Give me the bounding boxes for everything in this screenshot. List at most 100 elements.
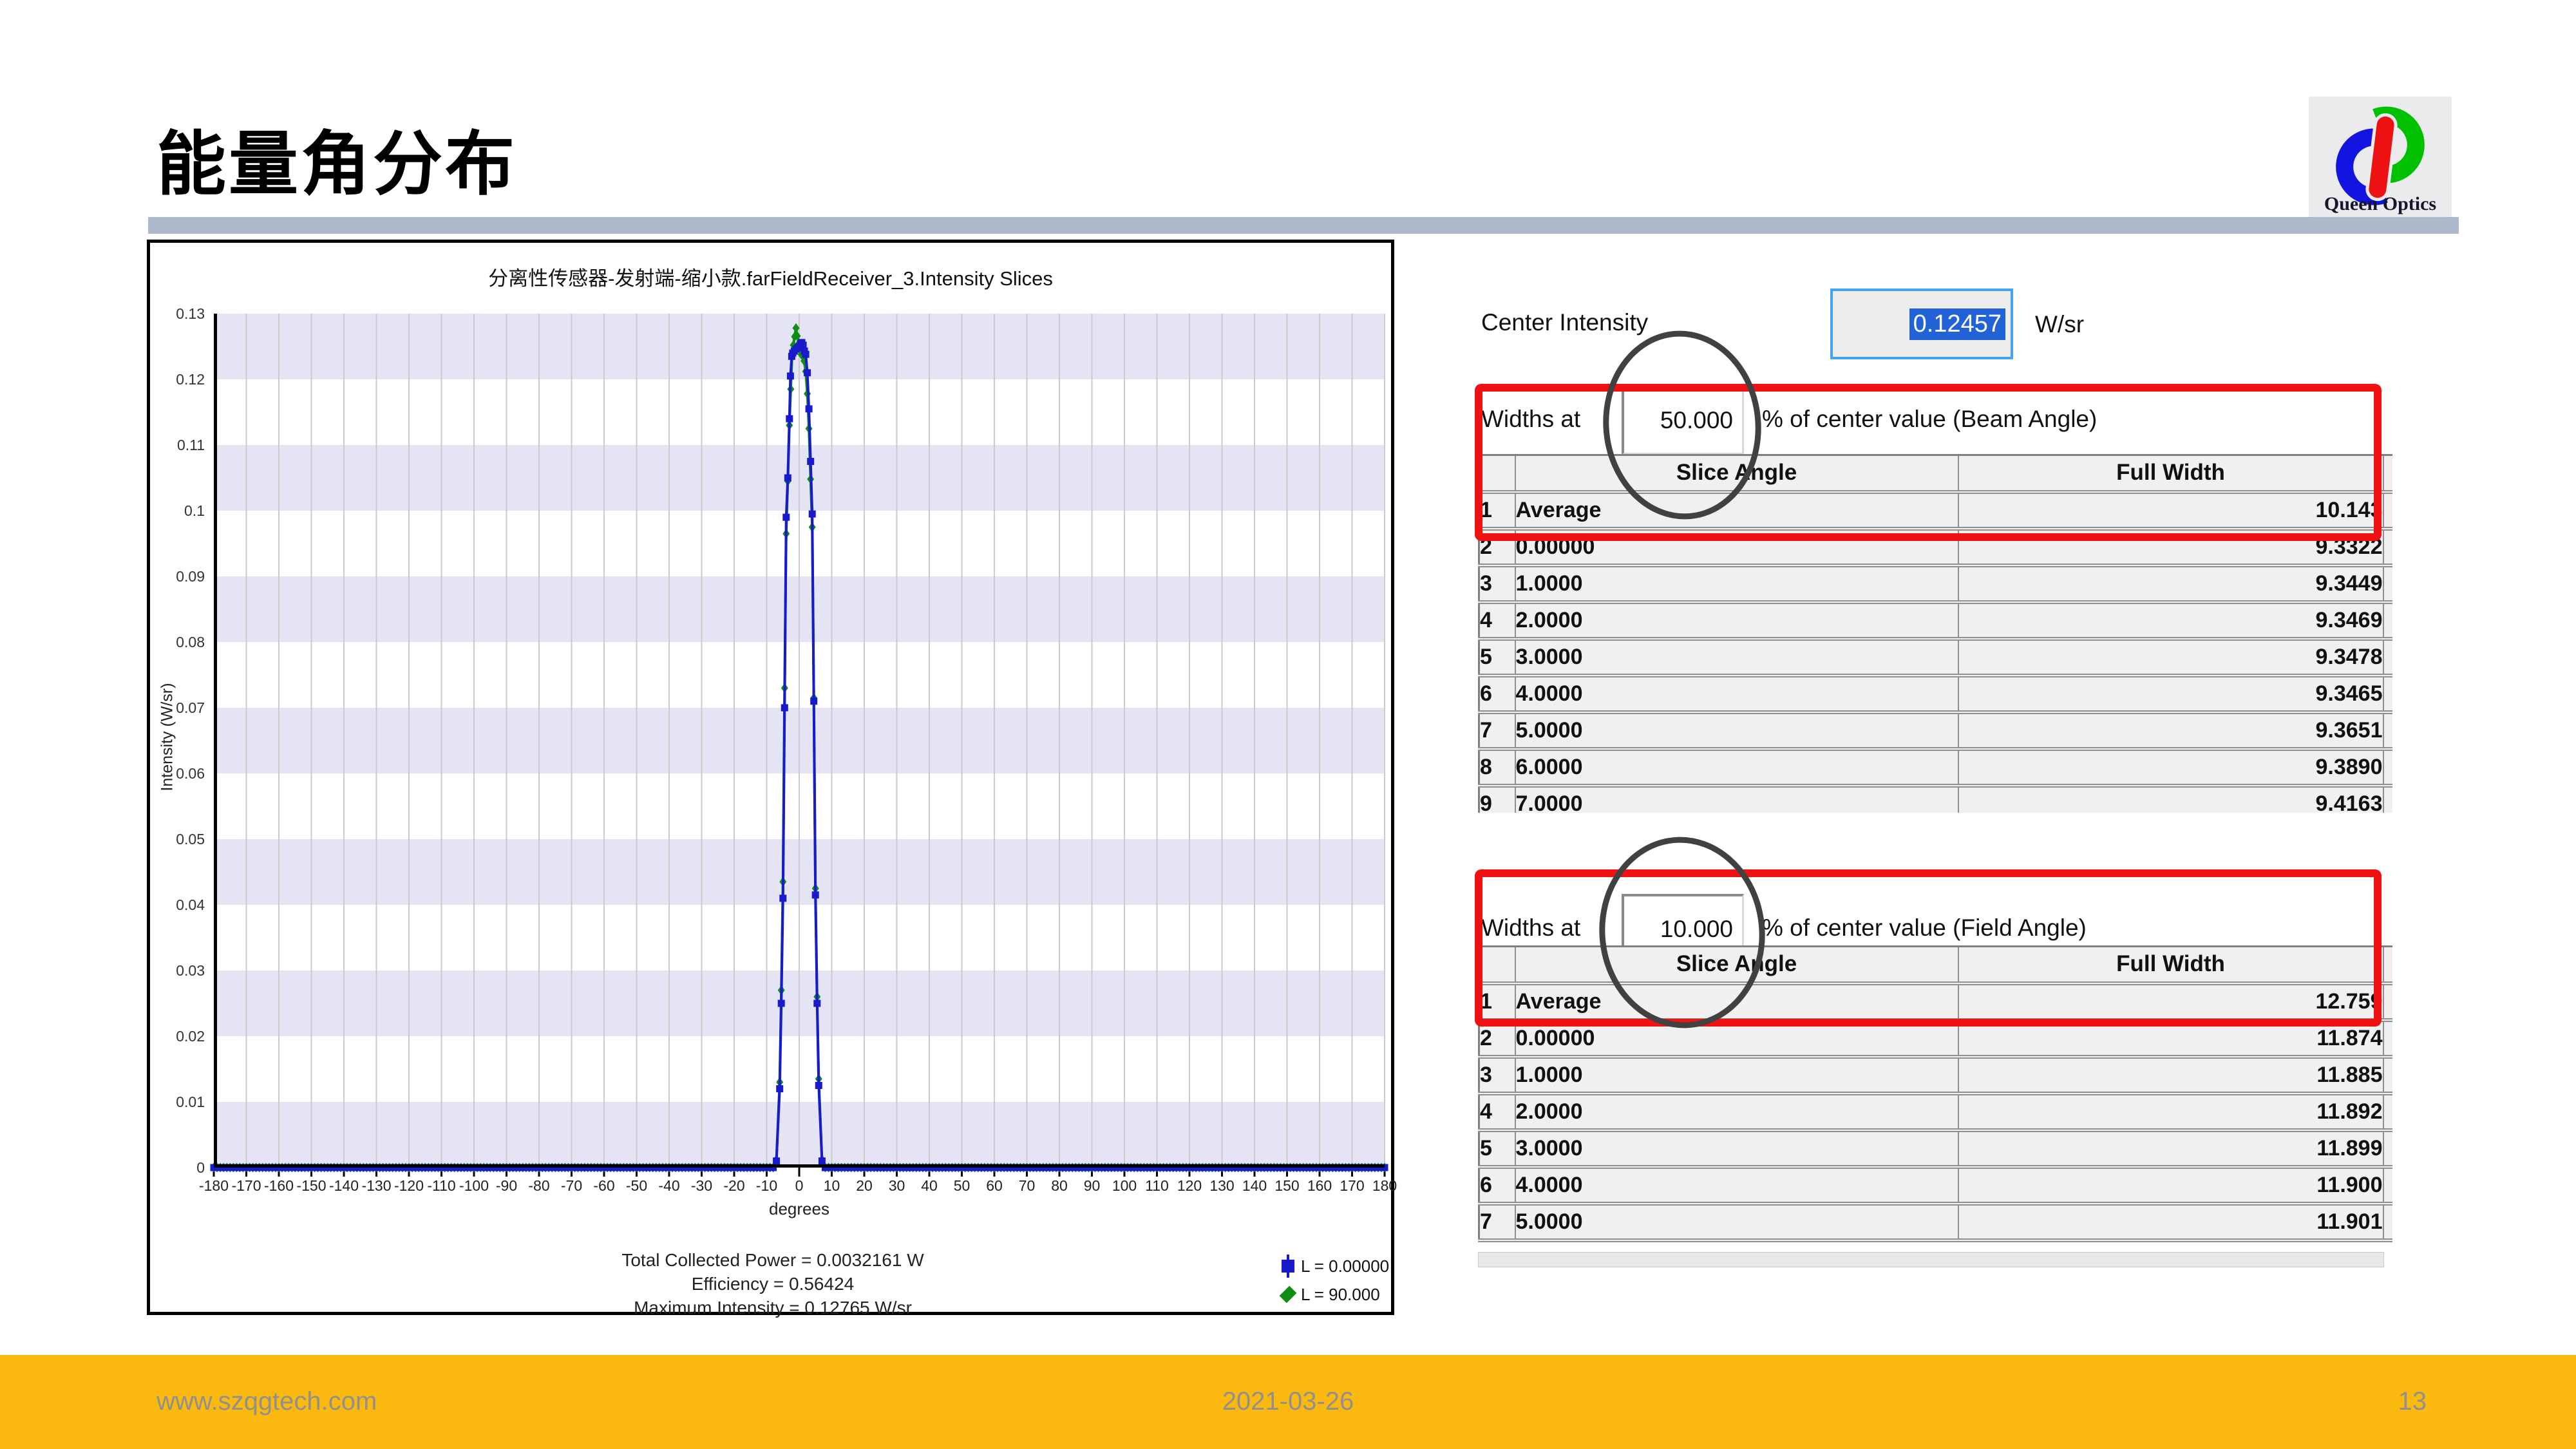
table-row[interactable]: 64.000011.900 (1479, 1167, 2393, 1204)
cell-slice: 1.0000 (1515, 1057, 1958, 1094)
cell-slice: 6.0000 (1515, 749, 1958, 786)
cell-extra (2383, 1094, 2393, 1130)
cell-rownum: 9 (1479, 786, 1515, 813)
intensity-plot (214, 314, 1385, 1189)
cell-extra (2383, 529, 2393, 565)
cell-slice: 3.0000 (1515, 639, 1958, 676)
table-row[interactable]: 31.00009.3449 (1479, 565, 2393, 602)
table-row[interactable]: 86.00009.3890 (1479, 749, 2393, 786)
y-tick-label: 0.02 (149, 1028, 205, 1045)
cell-slice: 7.0000 (1515, 786, 1958, 813)
table-row[interactable]: 42.00009.3469 (1479, 602, 2393, 639)
cell-width: 11.892 (1958, 1094, 2383, 1130)
cell-slice: 1.0000 (1515, 565, 1958, 602)
stat-total-power: Total Collected Power = 0.0032161 W (451, 1248, 1095, 1272)
cell-width: 11.900 (1958, 1167, 2383, 1204)
table-horizontal-scrollbar[interactable] (1478, 1252, 2384, 1267)
table-row[interactable]: 97.00009.4163 (1479, 786, 2393, 813)
table-header-row: Slice Angle Full Width (1479, 947, 2393, 983)
table-row[interactable]: 75.00009.3651 (1479, 712, 2393, 749)
logo-mark-icon: Queen Optics (2309, 97, 2452, 217)
cell-rownum: 7 (1479, 712, 1515, 749)
cell-slice: 5.0000 (1515, 1204, 1958, 1240)
chart-title: 分离性传感器-发射端-缩小款.farFieldReceiver_3.Intens… (150, 262, 1391, 291)
cell-slice: 0.00000 (1515, 1020, 1958, 1057)
cell-rownum: 6 (1479, 1167, 1515, 1204)
beam-widths-at-label: Widths at (1481, 406, 1580, 433)
logo-text: Queen Optics (2324, 193, 2436, 214)
cell-extra (2383, 639, 2393, 676)
cell-width: 9.3651 (1958, 712, 2383, 749)
cell-slice: 2.0000 (1515, 602, 1958, 639)
cell-extra (2383, 1057, 2393, 1094)
y-axis-title: Intensity (W/sr) (158, 654, 177, 821)
cell-width: 11.885 (1958, 1057, 2383, 1094)
cell-rownum: 7 (1479, 1204, 1515, 1240)
field-percent-suffix: % of center value (Field Angle) (1762, 914, 2087, 942)
cell-rownum: 3 (1479, 1057, 1515, 1094)
cell-slice: 3.0000 (1515, 1130, 1958, 1167)
y-tick-label: 0.11 (149, 437, 205, 454)
legend-item-l0: L = 0.00000 (1282, 1252, 1392, 1280)
cell-extra (2383, 1167, 2393, 1204)
table-row[interactable]: 31.000011.885 (1479, 1057, 2393, 1094)
table-row[interactable]: 64.00009.3465 (1479, 676, 2393, 712)
header-slice-angle: Slice Angle (1515, 947, 1958, 983)
y-tick-label: 0.04 (149, 896, 205, 914)
legend-square-marker-icon (1282, 1260, 1294, 1273)
field-angle-table[interactable]: Slice Angle Full Width 1Average12.75920.… (1478, 945, 2392, 1248)
cell-width: 12.759 (1958, 983, 2383, 1020)
header-full-width: Full Width (1958, 455, 2383, 492)
cell-width: 10.143 (1958, 492, 2383, 529)
center-intensity-label: Center Intensity (1481, 309, 1648, 336)
cell-rownum: 1 (1479, 492, 1515, 529)
cell-width: 9.3469 (1958, 602, 2383, 639)
table-row[interactable]: 53.000011.899 (1479, 1130, 2393, 1167)
beam-angle-table[interactable]: Slice Angle Full Width 1Average10.14320.… (1478, 454, 2392, 813)
header-rownum (1479, 947, 1515, 983)
y-tick-label: 0.03 (149, 962, 205, 980)
cell-extra (2383, 712, 2393, 749)
table-row[interactable]: 42.000011.892 (1479, 1094, 2393, 1130)
cell-extra (2383, 786, 2393, 813)
table-row[interactable]: 1Average12.759 (1479, 983, 2393, 1020)
cell-rownum: 2 (1479, 1020, 1515, 1057)
cell-rownum: 4 (1479, 1094, 1515, 1130)
cell-rownum: 6 (1479, 676, 1515, 712)
cell-extra (2383, 676, 2393, 712)
cell-rownum: 3 (1479, 565, 1515, 602)
table-row[interactable]: 53.00009.3478 (1479, 639, 2393, 676)
cell-slice: 4.0000 (1515, 676, 1958, 712)
cell-width: 11.874 (1958, 1020, 2383, 1057)
y-tick-label: 0.05 (149, 831, 205, 848)
y-tick-label: 0.09 (149, 568, 205, 585)
cell-extra (2383, 749, 2393, 786)
center-intensity-value: 0.12457 (1909, 308, 2005, 340)
cell-rownum: 1 (1479, 983, 1515, 1020)
beam-percent-input[interactable]: 50.000 (1622, 385, 1744, 455)
center-intensity-input[interactable]: 0.12457 (1830, 289, 2013, 359)
table-row[interactable]: 20.0000011.874 (1479, 1020, 2393, 1057)
footer-page-number: 13 (2398, 1387, 2427, 1416)
cell-rownum: 4 (1479, 602, 1515, 639)
table-header-row: Slice Angle Full Width (1479, 455, 2393, 492)
header-extra (2383, 947, 2393, 983)
cell-extra (2383, 1020, 2393, 1057)
cell-width: 9.3449 (1958, 565, 2383, 602)
y-tick-label: 0.13 (149, 305, 205, 323)
x-axis-title: degrees (214, 1199, 1385, 1219)
header-rownum (1479, 455, 1515, 492)
cell-width: 11.899 (1958, 1130, 2383, 1167)
table-row[interactable]: 20.000009.3322 (1479, 529, 2393, 565)
page-title: 能量角分布 (156, 108, 517, 209)
table-row[interactable]: 1Average10.143 (1479, 492, 2393, 529)
x-tick-label: 180 (1359, 1177, 1410, 1195)
cell-width: 9.3465 (1958, 676, 2383, 712)
cell-extra (2383, 983, 2393, 1020)
cell-slice: Average (1515, 492, 1958, 529)
legend-diamond-marker-icon (1280, 1286, 1297, 1303)
table-row[interactable]: 75.000011.901 (1479, 1204, 2393, 1240)
footer-bar: www.szqgtech.com 2021-03-26 13 (0, 1355, 2576, 1449)
cell-slice: 4.0000 (1515, 1167, 1958, 1204)
cell-extra (2383, 1130, 2393, 1167)
